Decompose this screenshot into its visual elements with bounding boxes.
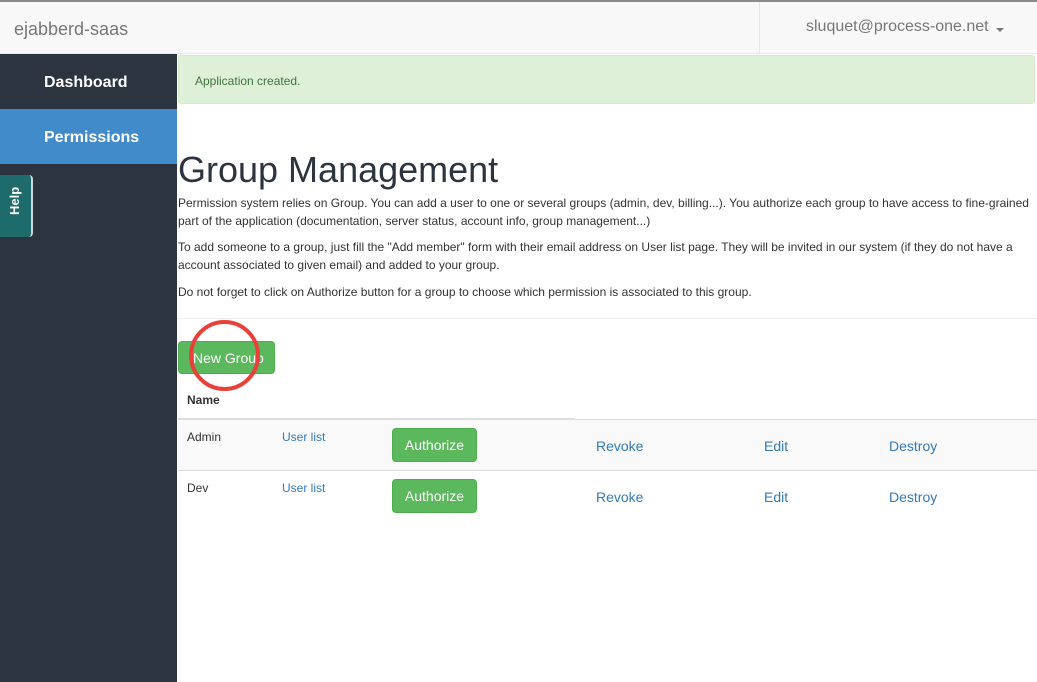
divider [177,318,1037,319]
alert-message: Application created. [195,74,301,88]
table-row: Admin User list Authorize Revoke Edit De… [178,419,1037,470]
user-list-link[interactable]: User list [282,481,325,495]
page-title: Group Management [178,149,499,190]
help-label: Help [7,186,22,215]
group-name: Admin [187,430,222,444]
revoke-link[interactable]: Revoke [596,489,643,505]
highlight-circle-annotation [189,320,260,391]
destroy-link[interactable]: Destroy [889,438,937,454]
authorize-button[interactable]: Authorize [392,428,477,462]
description-paragraph: To add someone to a group, just fill the… [178,240,1013,272]
help-tab[interactable]: Help [0,175,33,237]
user-email[interactable]: sluquet@process-one.net [806,18,989,36]
main-content: Application created. Group Management Pe… [177,54,1037,682]
chevron-down-icon[interactable] [996,28,1004,32]
column-header-name: Name [187,393,220,407]
group-name: Dev [187,481,209,495]
top-navbar: ejabberd-saas sluquet@process-one.net [0,0,1037,54]
sidebar-item-label: Permissions [44,129,140,146]
sidebar-item-dashboard[interactable]: Dashboard [0,54,177,109]
revoke-link[interactable]: Revoke [596,438,643,454]
table-row: Dev User list Authorize Revoke Edit Dest… [178,470,1037,521]
user-menu-dropdown[interactable]: sluquet@process-one.net [759,2,1037,54]
user-list-link[interactable]: User list [282,430,325,444]
success-alert: Application created. [178,55,1035,104]
destroy-link[interactable]: Destroy [889,489,937,505]
edit-link[interactable]: Edit [764,489,788,505]
sidebar-item-permissions[interactable]: Permissions [0,109,177,164]
sidebar: Dashboard Permissions Help [0,54,177,682]
description-paragraph: Permission system relies on Group. You c… [178,196,1029,228]
sidebar-item-label: Dashboard [44,74,128,91]
authorize-button[interactable]: Authorize [392,479,477,513]
description-paragraph: Do not forget to click on Authorize butt… [178,285,752,299]
edit-link[interactable]: Edit [764,438,788,454]
authorize-label: Authorize [404,437,465,453]
brand-link[interactable]: ejabberd-saas [14,19,128,40]
authorize-label: Authorize [404,488,465,504]
